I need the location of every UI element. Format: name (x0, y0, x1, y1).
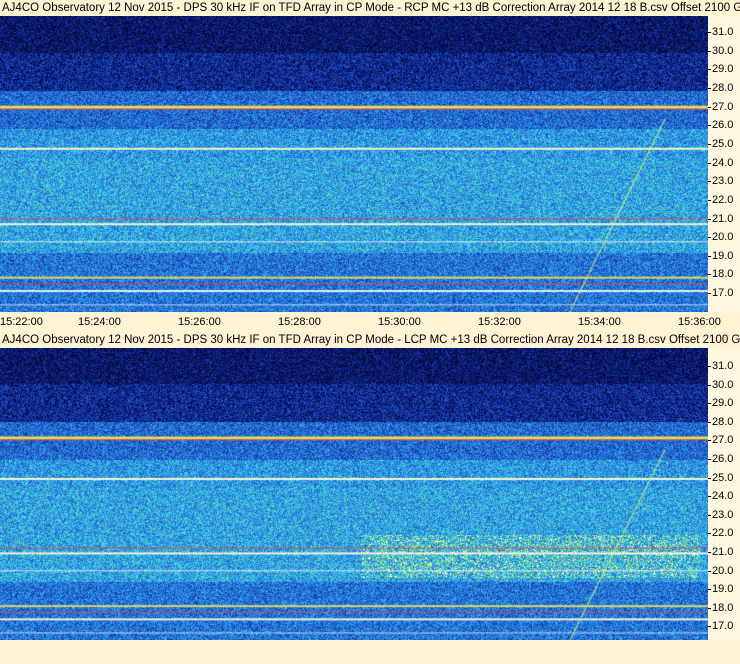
freq-tick-mark (708, 589, 711, 591)
rcp-panel: AJ4CO Observatory 12 Nov 2015 - DPS 30 k… (0, 0, 740, 330)
freq-tick-mark (708, 106, 711, 108)
freq-tick-mark (708, 50, 711, 52)
freq-tick-label: 30.0 (712, 378, 734, 391)
time-tick-label: 15:36:00 (678, 316, 721, 328)
time-tick-label: 15:28:00 (278, 316, 321, 328)
freq-tick-label: 18.0 (712, 268, 734, 281)
freq-tick-mark (708, 237, 711, 239)
time-tick-label: 15:32:00 (478, 316, 521, 328)
freq-tick-label: 21.0 (712, 212, 734, 225)
freq-tick-label: 19.0 (712, 249, 734, 262)
freq-tick-mark (708, 384, 711, 386)
freq-tick-label: 27.0 (712, 100, 734, 113)
freq-tick-mark (708, 607, 711, 609)
lcp-spectrogram (0, 348, 708, 640)
freq-tick-label: 29.0 (712, 397, 734, 410)
freq-tick-label: 28.0 (712, 415, 734, 428)
freq-tick-mark (708, 496, 711, 498)
time-tick-label: 15:34:00 (578, 316, 621, 328)
lcp-title: AJ4CO Observatory 12 Nov 2015 - DPS 30 k… (2, 334, 740, 346)
freq-tick-label: 25.0 (712, 137, 734, 150)
freq-tick-mark (708, 143, 711, 145)
freq-tick-mark (708, 293, 711, 295)
time-tick-label: 15:24:00 (78, 316, 121, 328)
freq-tick-mark (708, 32, 711, 33)
freq-tick-label: 23.0 (712, 175, 734, 188)
rcp-spectrogram (0, 16, 708, 312)
time-tick-label: 15:26:00 (178, 316, 221, 328)
freq-tick-label: 23.0 (712, 508, 734, 521)
freq-tick-mark (708, 181, 711, 183)
freq-tick-label: 31.0 (712, 360, 734, 372)
lcp-frequency-axis: 31.0 30.0 29.0 28.0 27.0 26.0 25.0 24.0 23.0 22.0… (708, 348, 740, 640)
freq-tick-mark (708, 514, 711, 516)
freq-tick-mark (708, 421, 711, 423)
freq-tick-label: 28.0 (712, 81, 734, 94)
freq-tick-mark (708, 69, 711, 71)
freq-tick-mark (708, 552, 711, 553)
bottom-margin (0, 640, 740, 664)
time-tick-label: 15:22:00 (0, 316, 43, 328)
freq-tick-label: 26.0 (712, 453, 734, 465)
freq-tick-mark (708, 162, 711, 164)
freq-tick-label: 20.0 (712, 564, 734, 577)
freq-tick-label: 21.0 (712, 546, 734, 558)
freq-tick-label: 20.0 (712, 231, 734, 244)
freq-tick-label: 19.0 (712, 583, 734, 596)
freq-tick-label: 30.0 (712, 44, 734, 57)
freq-tick-mark (708, 125, 711, 127)
rcp-title: AJ4CO Observatory 12 Nov 2015 - DPS 30 k… (2, 2, 740, 14)
freq-tick-label: 24.0 (712, 156, 734, 169)
freq-tick-label: 25.0 (712, 471, 734, 484)
freq-tick-label: 18.0 (712, 601, 734, 614)
freq-tick-label: 31.0 (712, 26, 734, 38)
freq-tick-label: 24.0 (712, 490, 734, 503)
freq-tick-label: 17.0 (712, 287, 734, 300)
time-tick-label: 15:30:00 (378, 316, 421, 328)
freq-tick-label: 29.0 (712, 63, 734, 76)
freq-tick-mark (708, 403, 711, 405)
freq-tick-label: 27.0 (712, 434, 734, 447)
freq-tick-mark (708, 274, 711, 276)
rcp-frequency-axis: 31.0 30.0 29.0 28.0 27.0 26.0 25.0 24.0 23.0 22.0… (708, 16, 740, 312)
freq-tick-mark (708, 199, 711, 201)
freq-tick-label: 22.0 (712, 527, 734, 540)
freq-tick-mark (708, 218, 711, 220)
freq-tick-label: 17.0 (712, 620, 734, 633)
freq-tick-mark (708, 533, 711, 535)
freq-tick-mark (708, 459, 711, 460)
freq-tick-label: 22.0 (712, 193, 734, 206)
freq-tick-mark (708, 87, 711, 89)
freq-tick-mark (708, 440, 711, 442)
freq-tick-mark (708, 570, 711, 572)
freq-tick-label: 26.0 (712, 119, 734, 132)
freq-tick-mark (708, 626, 711, 628)
freq-tick-mark (708, 477, 711, 479)
freq-tick-mark (708, 366, 711, 367)
freq-tick-mark (708, 255, 711, 257)
lcp-panel: AJ4CO Observatory 12 Nov 2015 - DPS 30 k… (0, 330, 740, 640)
rcp-time-axis: 15:22:00 15:24:00 15:26:00 15:28:00 15:30:00… (0, 314, 740, 330)
